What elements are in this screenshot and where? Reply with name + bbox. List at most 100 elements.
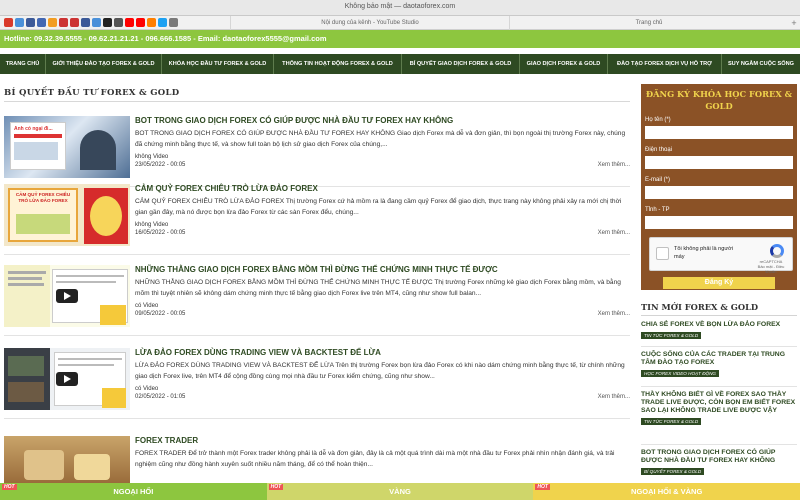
article-title[interactable]: CẢM QUỶ FOREX CHIÊU TRÒ LỪA ĐẢO FOREX	[135, 184, 318, 193]
bookmark-favicon-icon[interactable]	[92, 18, 101, 27]
news-tag[interactable]: HỌC FOREX VIDEO HOẠT ĐỘNG	[641, 370, 719, 377]
news-item[interactable]: CUỘC SỐNG CỦA CÁC TRADER TẠI TRUNG TÂM Đ…	[641, 351, 797, 377]
read-more-link[interactable]: Xem thêm...	[598, 311, 630, 317]
bookmark-favicon-icon[interactable]	[26, 18, 35, 27]
bookmark-favicon-icon[interactable]	[114, 18, 123, 27]
browser-tabs-bar: Nội dung của kênh - YouTube Studio Trang…	[0, 15, 800, 30]
article-date: 09/05/2022 - 00:05	[135, 311, 186, 317]
phone-label: Điện thoại	[645, 147, 673, 153]
article-thumbnail[interactable]: CẢM QUỶ FOREX CHIÊU TRÒ LỪA ĐẢO FOREX	[4, 184, 130, 246]
article-item: CẢM QUỶ FOREX CHIÊU TRÒ LỪA ĐẢO FOREX CẢ…	[4, 184, 630, 262]
recaptcha-brand: reCAPTCHA Bảo mật - Điều khoản	[757, 259, 785, 274]
email-label: E-mail (*)	[645, 177, 670, 183]
article-item: LỪA ĐẢO FOREX DÙNG TRADING VIEW VÀ BACKT…	[4, 348, 630, 426]
bookmark-favicon-icon[interactable]	[15, 18, 24, 27]
news-divider	[641, 444, 797, 445]
browser-titlebar: Không bảo mật — daotaoforex.com	[0, 0, 800, 16]
bookmark-favicon-icon[interactable]	[48, 18, 57, 27]
news-title[interactable]: CUỘC SỐNG CỦA CÁC TRADER TẠI TRUNG TÂM Đ…	[641, 351, 797, 367]
article-date: 02/05/2022 - 01:05	[135, 394, 186, 400]
phone-field[interactable]	[645, 156, 793, 169]
news-tag[interactable]: BÍ QUYẾT FOREX & GOLD	[641, 468, 705, 475]
name-field[interactable]	[645, 126, 793, 139]
article-category: không Video	[135, 154, 169, 160]
registration-form: ĐĂNG KÝ KHÓA HỌC FOREX & GOLD Họ tên (*)…	[641, 84, 797, 290]
bottom-link-forex-gold[interactable]: HOT NGOẠI HỐI & VÀNG	[533, 483, 800, 500]
main-nav: TRANG CHỦ GIỚI THIỆU ĐÀO TẠO FOREX & GOL…	[0, 54, 800, 74]
nav-item-life[interactable]: SUY NGẪM CUỘC SỐNG	[722, 54, 800, 74]
hot-badge: HOT	[268, 484, 284, 490]
province-field[interactable]	[645, 216, 793, 229]
news-divider	[641, 346, 797, 347]
article-category: không Video	[135, 222, 169, 228]
news-item[interactable]: CHIA SẺ FOREX VỀ BỌN LỪA ĐẢO FOREX TIN T…	[641, 321, 797, 339]
hotline-bar: Hotline: 09.32.39.5555 - 09.62.21.21.21 …	[0, 30, 800, 48]
bookmark-favicon-icon[interactable]	[103, 18, 112, 27]
recaptcha-checkbox[interactable]	[656, 247, 669, 260]
recaptcha-icon	[770, 244, 784, 258]
read-more-link[interactable]: Xem thêm...	[598, 230, 630, 236]
tab-youtube-studio[interactable]: Nội dung của kênh - YouTube Studio	[230, 15, 509, 30]
nav-item-activity[interactable]: THÔNG TIN HOẠT ĐỘNG FOREX & GOLD	[274, 54, 402, 74]
news-title[interactable]: BOT TRONG GIAO DỊCH FOREX CÓ GIÚP ĐƯỢC N…	[641, 449, 797, 465]
nav-item-about[interactable]: GIỚI THIỆU ĐÀO TẠO FOREX & GOLD	[46, 54, 162, 74]
bookmark-favicon-icon[interactable]	[81, 18, 90, 27]
bookmark-favicon-icon[interactable]	[37, 18, 46, 27]
article-category: có Video	[135, 386, 159, 392]
bookmark-favicon-icon[interactable]	[169, 18, 178, 27]
news-item[interactable]: THẦY KHÔNG BIẾT GÌ VỀ FOREX SAO THẦY TRA…	[641, 391, 797, 425]
read-more-link[interactable]: Xem thêm...	[598, 394, 630, 400]
bottom-quick-bar: HOT NGOẠI HỐI HOT VÀNG HOT NGOẠI HỐI & V…	[0, 483, 800, 500]
article-date: 16/05/2022 - 00:05	[135, 230, 186, 236]
window-title: Không bảo mật — daotaoforex.com	[344, 3, 456, 10]
article-thumbnail[interactable]	[4, 265, 130, 327]
news-divider	[641, 386, 797, 387]
article-title[interactable]: BOT TRONG GIAO DỊCH FOREX CÓ GIÚP ĐƯỢC N…	[135, 116, 453, 125]
section-divider	[4, 101, 630, 102]
register-button[interactable]: Đăng Ký	[663, 277, 775, 289]
article-item: NHỮNG THẰNG GIAO DỊCH FOREX BẰNG MỒM THÌ…	[4, 265, 630, 343]
article-excerpt: BOT TRONG GIAO DỊCH FOREX CÓ GIÚP ĐƯỢC N…	[135, 130, 626, 148]
article-date: 23/05/2022 - 00:05	[135, 162, 186, 168]
tab-home[interactable]: Trang chủ	[509, 15, 788, 30]
article-category: có Video	[135, 303, 159, 309]
article-divider	[4, 254, 630, 255]
bottom-link-forex[interactable]: HOT NGOẠI HỐI	[0, 483, 267, 500]
new-tab-button[interactable]: +	[788, 18, 800, 28]
bookmark-favicon-icon[interactable]	[4, 18, 13, 27]
read-more-link[interactable]: Xem thêm...	[598, 162, 630, 168]
article-thumbnail[interactable]	[4, 348, 130, 410]
nav-item-home[interactable]: TRANG CHỦ	[0, 54, 46, 74]
bookmark-favicon-icon[interactable]	[147, 18, 156, 27]
nav-item-secrets[interactable]: BÍ QUYẾT GIAO DỊCH FOREX & GOLD	[402, 54, 520, 74]
article-divider	[4, 335, 630, 336]
bookmark-favicon-icon[interactable]	[136, 18, 145, 27]
article-title[interactable]: FOREX TRADER	[135, 436, 198, 445]
nav-item-trading[interactable]: GIAO DỊCH FOREX & GOLD	[520, 54, 608, 74]
article-thumbnail[interactable]: Anh có ngại đi...	[4, 116, 130, 178]
news-title[interactable]: CHIA SẺ FOREX VỀ BỌN LỪA ĐẢO FOREX	[641, 321, 797, 329]
news-divider	[641, 315, 797, 316]
bookmark-favicon-icon[interactable]	[70, 18, 79, 27]
news-section-title: TIN MỚI FOREX & GOLD	[641, 302, 759, 312]
article-item: Anh có ngại đi... BOT TRONG GIAO DỊCH FO…	[4, 116, 630, 194]
play-icon[interactable]	[56, 372, 78, 386]
article-title[interactable]: LỪA ĐẢO FOREX DÙNG TRADING VIEW VÀ BACKT…	[135, 348, 381, 357]
bookmark-favicons	[0, 18, 230, 27]
email-field[interactable]	[645, 186, 793, 199]
news-tag[interactable]: TIN TỨC FOREX & GOLD	[641, 418, 702, 425]
bookmark-favicon-icon[interactable]	[158, 18, 167, 27]
nav-item-services[interactable]: ĐÀO TẠO FOREX DỊCH VỤ HỖ TRỢ	[608, 54, 722, 74]
article-excerpt: FOREX TRADER Để trở thành một Forex trad…	[135, 450, 615, 468]
nav-item-courses[interactable]: KHÓA HỌC ĐẦU TƯ FOREX & GOLD	[162, 54, 274, 74]
article-title[interactable]: NHỮNG THẰNG GIAO DỊCH FOREX BẰNG MỒM THÌ…	[135, 265, 498, 274]
play-icon[interactable]	[56, 289, 78, 303]
bookmark-favicon-icon[interactable]	[59, 18, 68, 27]
news-tag[interactable]: TIN TỨC FOREX & GOLD	[641, 332, 702, 339]
recaptcha-widget: Tôi không phải là người máy reCAPTCHA Bả…	[649, 237, 793, 274]
article-excerpt: NHỮNG THẰNG GIAO DỊCH FOREX BẰNG MỒM THÌ…	[135, 279, 621, 297]
news-title[interactable]: THẦY KHÔNG BIẾT GÌ VỀ FOREX SAO THẦY TRA…	[641, 391, 797, 415]
bottom-link-gold[interactable]: HOT VÀNG	[266, 483, 534, 500]
bookmark-favicon-icon[interactable]	[125, 18, 134, 27]
news-item[interactable]: BOT TRONG GIAO DỊCH FOREX CÓ GIÚP ĐƯỢC N…	[641, 449, 797, 475]
